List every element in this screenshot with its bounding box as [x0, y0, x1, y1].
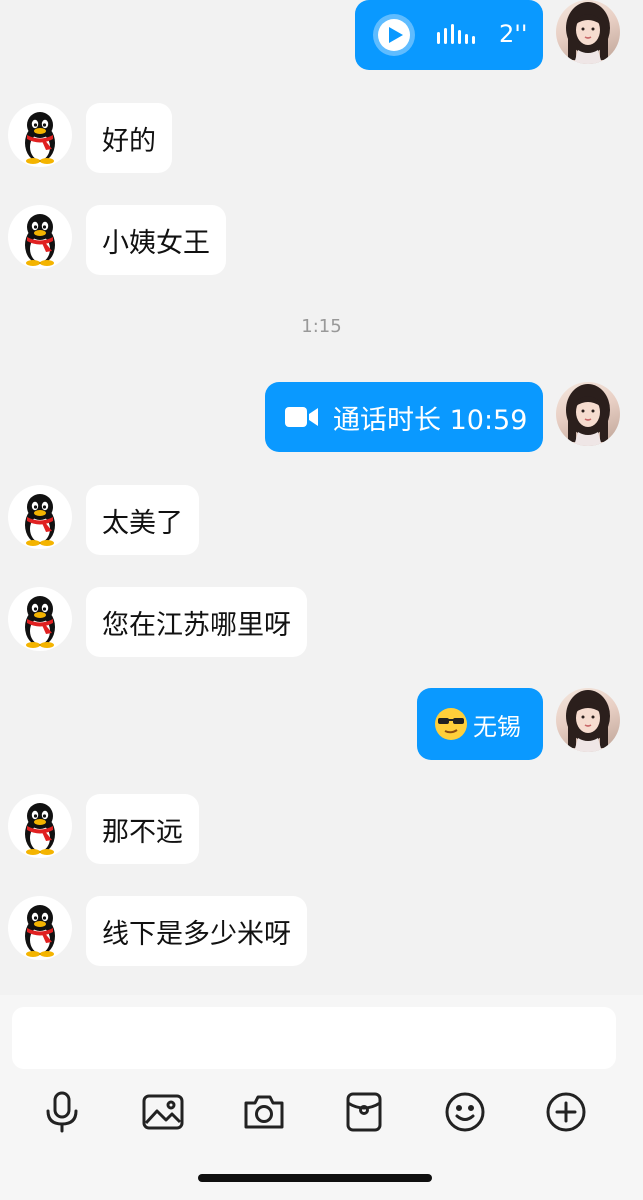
sunglasses-emoji-icon — [433, 706, 469, 742]
emoji-icon[interactable] — [440, 1087, 490, 1137]
message-bubble[interactable]: 线下是多少米呀 — [86, 896, 307, 966]
video-call-icon — [285, 404, 319, 430]
message-bubble[interactable]: 那不远 — [86, 794, 199, 864]
microphone-icon[interactable] — [37, 1087, 87, 1137]
message-row-incoming: 好的 — [0, 103, 643, 175]
message-row-outgoing-voice: 2'' — [0, 0, 643, 72]
message-row-incoming: 太美了 — [0, 485, 643, 557]
timestamp: 1:15 — [301, 316, 342, 337]
plus-icon[interactable] — [541, 1087, 591, 1137]
contact-avatar[interactable] — [8, 896, 72, 960]
message-bubble[interactable]: 好的 — [86, 103, 172, 173]
message-row-incoming: 小姨女王 — [0, 205, 643, 277]
message-input[interactable] — [12, 1007, 616, 1069]
contact-avatar[interactable] — [8, 103, 72, 167]
message-row-incoming: 线下是多少米呀 — [0, 896, 643, 968]
message-row-incoming: 那不远 — [0, 794, 643, 866]
my-avatar[interactable] — [556, 688, 620, 752]
message-bubble[interactable]: 小姨女王 — [86, 205, 226, 275]
my-avatar[interactable] — [556, 382, 620, 446]
image-icon[interactable] — [138, 1087, 188, 1137]
red-packet-icon[interactable] — [339, 1087, 389, 1137]
message-composer — [0, 995, 643, 1200]
voice-message-bubble[interactable]: 2'' — [355, 0, 543, 70]
my-avatar[interactable] — [556, 0, 620, 64]
message-row-outgoing: 无锡 — [0, 688, 643, 760]
call-record-bubble[interactable]: 通话时长 10:59 — [265, 382, 543, 452]
contact-avatar[interactable] — [8, 205, 72, 269]
call-duration-text: 通话时长 10:59 — [333, 404, 528, 436]
message-bubble[interactable]: 无锡 — [417, 688, 543, 760]
home-indicator[interactable] — [198, 1174, 432, 1182]
voice-waveform-icon — [437, 22, 477, 48]
contact-avatar[interactable] — [8, 794, 72, 858]
camera-icon[interactable] — [239, 1087, 289, 1137]
contact-avatar[interactable] — [8, 587, 72, 651]
play-icon[interactable] — [373, 14, 415, 56]
message-bubble[interactable]: 您在江苏哪里呀 — [86, 587, 307, 657]
message-row-outgoing-call: 通话时长 10:59 — [0, 382, 643, 454]
message-bubble[interactable]: 太美了 — [86, 485, 199, 555]
voice-duration: 2'' — [499, 20, 528, 48]
message-row-incoming: 您在江苏哪里呀 — [0, 587, 643, 659]
contact-avatar[interactable] — [8, 485, 72, 549]
message-text: 无锡 — [473, 712, 521, 741]
